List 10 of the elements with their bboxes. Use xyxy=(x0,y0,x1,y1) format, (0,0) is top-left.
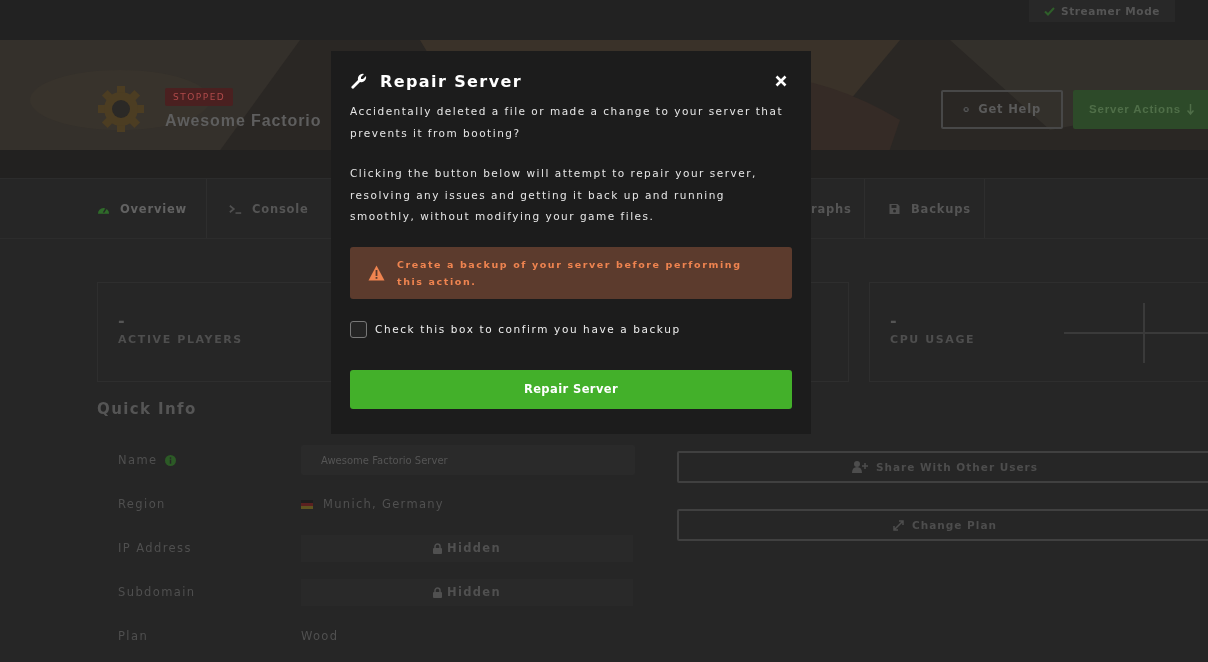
server-name: Awesome Factorio xyxy=(165,112,322,130)
checkbox-label: Check this box to confirm you have a backup xyxy=(375,323,681,335)
warning-text: Create a backup of your server before performing this action. xyxy=(397,257,743,289)
status-badge: STOPPED xyxy=(165,88,234,106)
dialog-title: Repair Server xyxy=(380,71,522,91)
stat-value: - xyxy=(890,313,898,329)
dialog-text: Clicking the button below will attempt to repair your server, resolving any issues and getting it back up and running smoothly, without modifying your game files. xyxy=(350,166,758,224)
tab[interactable]: Overview xyxy=(97,179,207,238)
repair-button[interactable]: Repair Server xyxy=(350,369,792,409)
dialog-text: Accidentally deleted a file or made a change to your server that prevents it from booting? xyxy=(350,104,785,141)
